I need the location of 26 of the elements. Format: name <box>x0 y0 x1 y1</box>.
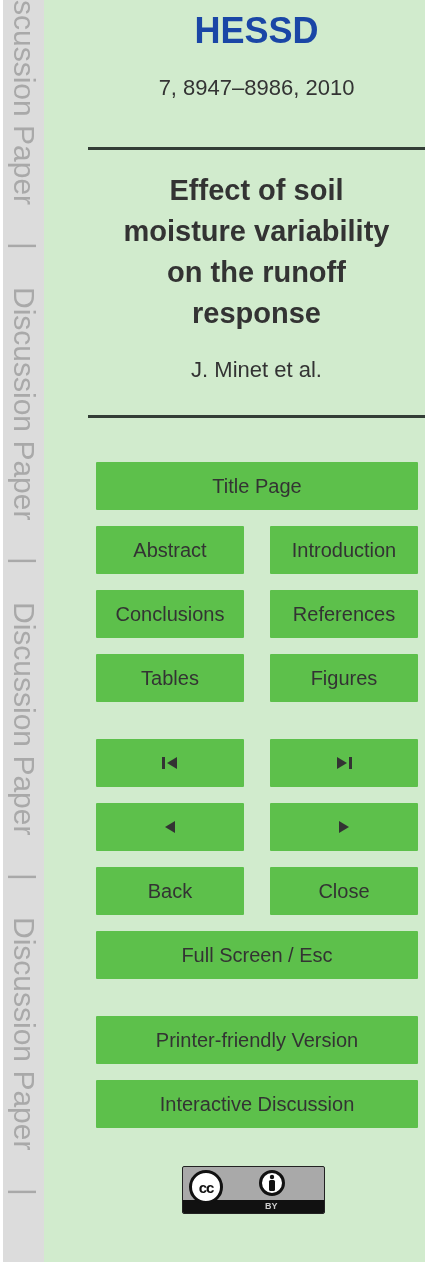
nav-button[interactable]: Full Screen / Esc <box>96 931 418 979</box>
margin-label: | <box>8 242 39 250</box>
nav-button[interactable]: Abstract <box>96 526 244 574</box>
nav-button[interactable]: Printer-friendly Version <box>96 1016 418 1064</box>
nav-button[interactable]: Tables <box>96 654 244 702</box>
margin-label: | <box>8 872 39 881</box>
nav-button[interactable]: Title Page <box>96 462 418 510</box>
cc-logo: cc <box>189 1170 223 1204</box>
nav-button[interactable]: Interactive Discussion <box>96 1080 418 1128</box>
nav-button[interactable]: Close <box>270 867 418 915</box>
previous-button[interactable] <box>96 803 244 851</box>
next-button[interactable] <box>270 803 418 851</box>
paper-title: Effect of soil moisture variability on the runoff response <box>122 173 391 331</box>
authors: J. Minet et al. <box>191 356 322 384</box>
attribution-label: BY <box>265 1200 278 1213</box>
journal-name: HESSD <box>194 10 319 52</box>
last-button[interactable] <box>270 739 418 787</box>
first-button[interactable] <box>96 739 244 787</box>
margin-label: | <box>8 1187 39 1196</box>
nav-button[interactable]: Back <box>96 867 244 915</box>
nav-button[interactable]: Conclusions <box>96 590 244 638</box>
nav-button[interactable]: Introduction <box>270 526 418 574</box>
nav-button[interactable]: References <box>270 590 418 638</box>
margin-label: | <box>8 557 39 566</box>
nav-button[interactable]: Figures <box>270 654 418 702</box>
citation: 7, 8947–8986, 2010 <box>158 74 355 102</box>
